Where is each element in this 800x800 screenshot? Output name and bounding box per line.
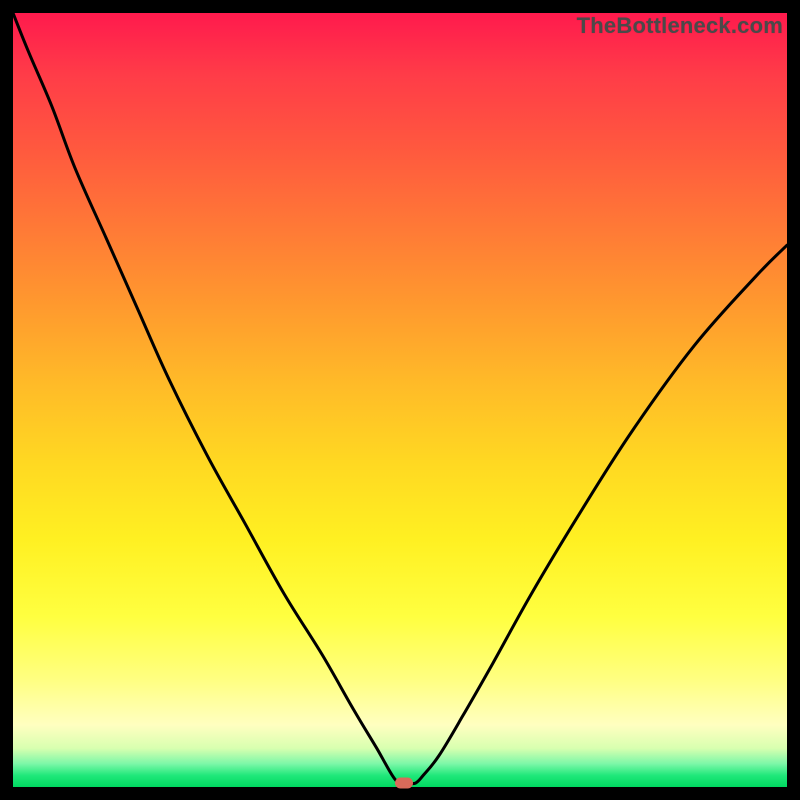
bottleneck-curve — [13, 13, 787, 787]
chart-frame: TheBottleneck.com — [13, 13, 787, 787]
optimal-point-marker — [395, 778, 413, 789]
curve-path — [13, 13, 787, 784]
watermark-text: TheBottleneck.com — [577, 13, 783, 39]
